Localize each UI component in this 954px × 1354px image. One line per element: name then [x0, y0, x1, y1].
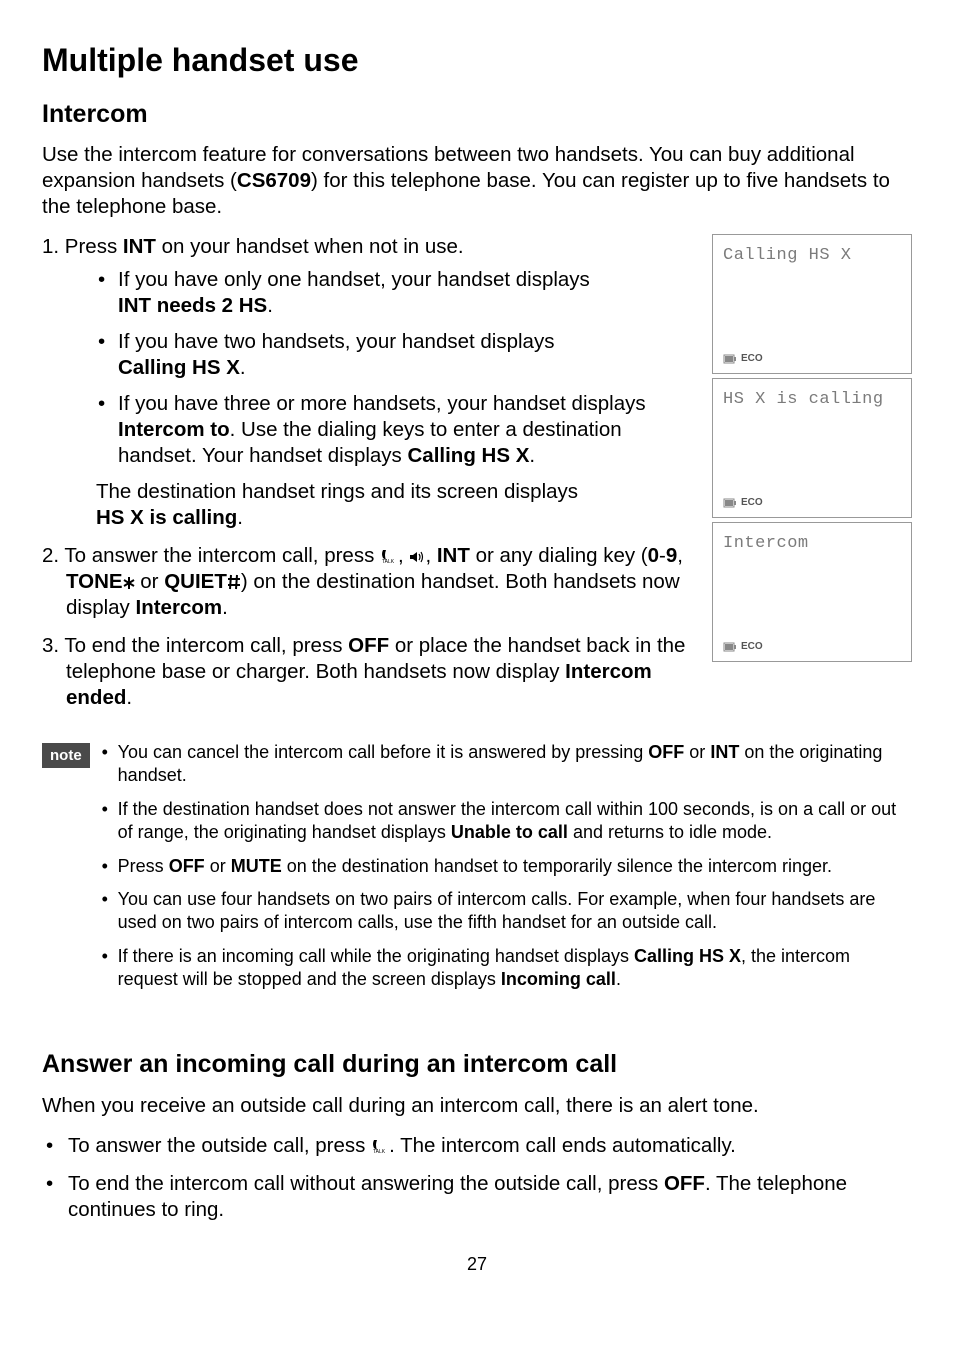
- battery-icon: [723, 353, 737, 365]
- talk-icon: TALK: [371, 1138, 389, 1154]
- note-item-1: You can cancel the intercom call before …: [100, 741, 912, 788]
- step1-bullet-2: If you have two handsets, your handset d…: [96, 329, 698, 381]
- screen-text: Calling HS X: [723, 245, 901, 267]
- screen-is-calling: HS X is calling ECO: [712, 378, 912, 518]
- talk-icon: TALK: [380, 548, 398, 564]
- step1-bullet-3: If you have three or more handsets, your…: [96, 391, 698, 469]
- step1-sub-paragraph: The destination handset rings and its sc…: [96, 479, 698, 531]
- battery-icon: [723, 497, 737, 509]
- svg-text:TALK: TALK: [373, 1149, 386, 1154]
- step-2: 2. To answer the intercom call, press TA…: [42, 543, 698, 621]
- battery-icon: [723, 641, 737, 653]
- screen-text: HS X is calling: [723, 389, 901, 411]
- note-item-4: You can use four handsets on two pairs o…: [100, 888, 912, 935]
- star-icon: [123, 576, 135, 590]
- page-title: Multiple handset use: [42, 40, 912, 81]
- note-item-3: Press OFF or MUTE on the destination han…: [100, 855, 912, 878]
- pound-icon: [227, 574, 241, 590]
- note-item-2: If the destination handset does not answ…: [100, 798, 912, 845]
- screen-intercom: Intercom ECO: [712, 522, 912, 662]
- step-3: 3. To end the intercom call, press OFF o…: [42, 633, 698, 711]
- intro-paragraph: Use the intercom feature for conversatio…: [42, 142, 912, 220]
- section2-intro: When you receive an outside call during …: [42, 1093, 912, 1119]
- section2-bullet-1: To answer the outside call, press TALK. …: [42, 1133, 912, 1159]
- step-1: 1. Press INT on your handset when not in…: [42, 234, 698, 530]
- note-item-5: If there is an incoming call while the o…: [100, 945, 912, 992]
- section2-bullet-2: To end the intercom call without answeri…: [42, 1171, 912, 1223]
- note-badge: note: [42, 743, 90, 768]
- svg-text:TALK: TALK: [382, 559, 395, 564]
- step1-bullet-1: If you have only one handset, your hands…: [96, 267, 698, 319]
- section-heading-answer: Answer an incoming call during an interc…: [42, 1049, 912, 1081]
- screen-calling: Calling HS X ECO: [712, 234, 912, 374]
- page-number: 27: [42, 1253, 912, 1276]
- speaker-icon: [409, 550, 425, 564]
- screen-text: Intercom: [723, 533, 901, 555]
- section-heading-intercom: Intercom: [42, 99, 912, 131]
